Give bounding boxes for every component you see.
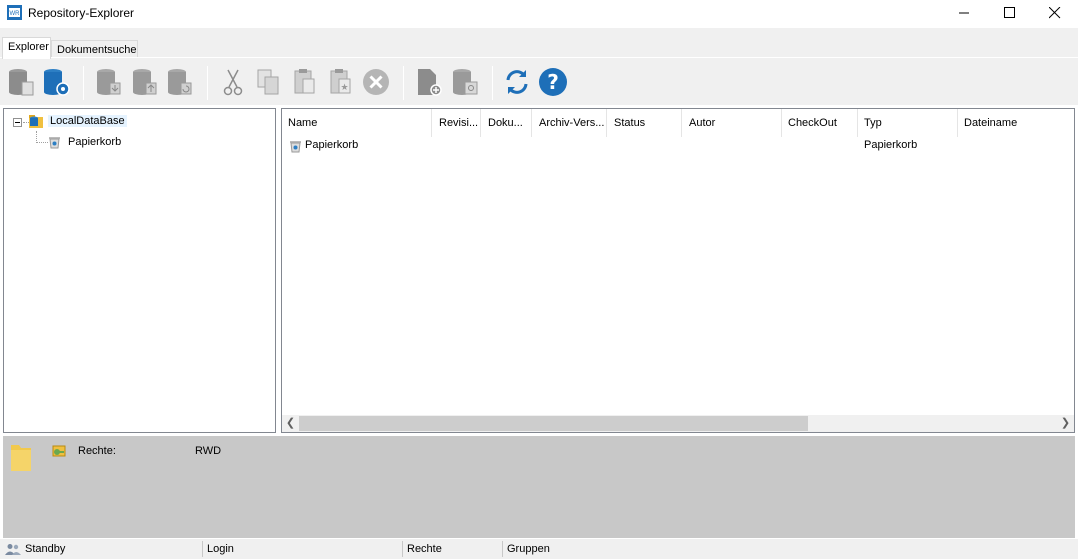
tree-item-papierkorb[interactable]: Papierkorb xyxy=(48,133,148,151)
rights-key-icon xyxy=(52,445,66,457)
column-header-dokument[interactable]: Doku... xyxy=(482,109,532,137)
column-header-revision[interactable]: Revisi... xyxy=(433,109,481,137)
maximize-button[interactable] xyxy=(987,0,1033,26)
copy-button[interactable] xyxy=(252,65,286,99)
details-pane: Rechte: RWD xyxy=(3,436,1075,538)
db-add-icon xyxy=(44,69,70,96)
recycle-bin-icon xyxy=(49,137,60,149)
paste-button[interactable] xyxy=(288,65,322,99)
column-header-archiv-version[interactable]: Archiv-Vers... xyxy=(533,109,607,137)
list-cell-name: Papierkorb xyxy=(305,139,359,151)
rights-label: Rechte: xyxy=(78,445,116,457)
svg-text:★: ★ xyxy=(340,83,348,93)
app-icon: WR xyxy=(7,5,22,20)
document-list[interactable]: Name Revisi... Doku... Archiv-Vers... St… xyxy=(281,108,1075,433)
column-header-dateiname[interactable]: Dateiname xyxy=(958,109,1074,137)
db-doc-icon xyxy=(9,69,34,96)
svg-text:WR: WR xyxy=(10,11,21,17)
tab-dokumentsuche[interactable]: Dokumentsuche xyxy=(51,40,138,57)
close-icon xyxy=(1049,7,1061,19)
tab-explorer[interactable]: Explorer xyxy=(2,37,51,59)
new-doc-button[interactable] xyxy=(412,65,446,99)
status-login: Login xyxy=(207,543,234,555)
delete-icon xyxy=(363,69,389,95)
db-refresh-icon xyxy=(168,69,192,95)
new-doc-icon xyxy=(418,69,442,96)
recycle-bin-icon xyxy=(290,141,301,153)
refresh-button[interactable] xyxy=(500,65,534,99)
tree-item-localdatabase[interactable]: LocalDataBase xyxy=(28,113,128,131)
db-export-button[interactable] xyxy=(128,65,162,99)
collapse-toggle[interactable] xyxy=(13,118,22,127)
db-import-icon xyxy=(97,69,121,95)
db-refresh-button[interactable] xyxy=(163,65,197,99)
maximize-icon xyxy=(1004,7,1015,18)
column-header-name[interactable]: Name xyxy=(282,109,432,137)
status-gruppen: Gruppen xyxy=(507,543,550,555)
copy-icon xyxy=(257,69,279,95)
help-button[interactable]: ? xyxy=(536,65,570,99)
scroll-left-arrow-icon[interactable]: ❮ xyxy=(282,415,299,432)
list-header: Name Revisi... Doku... Archiv-Vers... St… xyxy=(282,109,1074,137)
cut-icon xyxy=(223,69,243,96)
paste-special-icon: ★ xyxy=(330,69,351,94)
paste-special-button[interactable]: ★ xyxy=(324,65,358,99)
db-properties-icon xyxy=(453,69,478,95)
status-bar: Standby Login Rechte Gruppen xyxy=(0,539,1078,559)
list-row[interactable]: Papierkorb Papierkorb xyxy=(282,137,1074,154)
repository-tree[interactable]: LocalDataBase Papierkorb xyxy=(3,108,276,433)
tree-label-papierkorb: Papierkorb xyxy=(68,136,122,148)
paste-icon xyxy=(294,69,315,94)
svg-text:?: ? xyxy=(547,70,559,94)
db-export-icon xyxy=(133,69,157,95)
db-doc-button[interactable] xyxy=(4,65,38,99)
minimize-button[interactable] xyxy=(942,0,988,26)
column-header-checkout[interactable]: CheckOut xyxy=(782,109,858,137)
column-header-status[interactable]: Status xyxy=(608,109,682,137)
column-header-autor[interactable]: Autor xyxy=(683,109,782,137)
tab-strip: Explorer Dokumentsuche xyxy=(0,28,1078,59)
scrollbar-thumb[interactable] xyxy=(299,416,808,431)
db-import-button[interactable] xyxy=(92,65,126,99)
tree-label-localdatabase: LocalDataBase xyxy=(48,115,127,127)
column-header-typ[interactable]: Typ xyxy=(858,109,958,137)
title-bar: WR Repository-Explorer xyxy=(0,0,1078,28)
cut-button[interactable] xyxy=(216,65,250,99)
toolbar: ★ ? xyxy=(0,57,1078,105)
users-icon xyxy=(5,544,21,555)
window-title: Repository-Explorer xyxy=(28,6,135,20)
delete-button[interactable] xyxy=(359,65,393,99)
refresh-icon xyxy=(506,70,528,94)
minimize-icon xyxy=(959,12,969,14)
db-properties-button[interactable] xyxy=(448,65,482,99)
db-add-button[interactable] xyxy=(39,65,73,99)
scroll-right-arrow-icon[interactable]: ❯ xyxy=(1057,415,1074,432)
rights-value: RWD xyxy=(195,445,222,457)
close-button[interactable] xyxy=(1032,0,1078,26)
database-folder-icon xyxy=(29,115,43,128)
horizontal-scrollbar[interactable]: ❮ ❯ xyxy=(282,415,1074,432)
list-cell-typ: Papierkorb xyxy=(864,139,918,151)
help-icon: ? xyxy=(539,68,567,96)
status-state: Standby xyxy=(25,543,66,555)
status-rechte: Rechte xyxy=(407,543,442,555)
folder-icon xyxy=(11,445,31,471)
